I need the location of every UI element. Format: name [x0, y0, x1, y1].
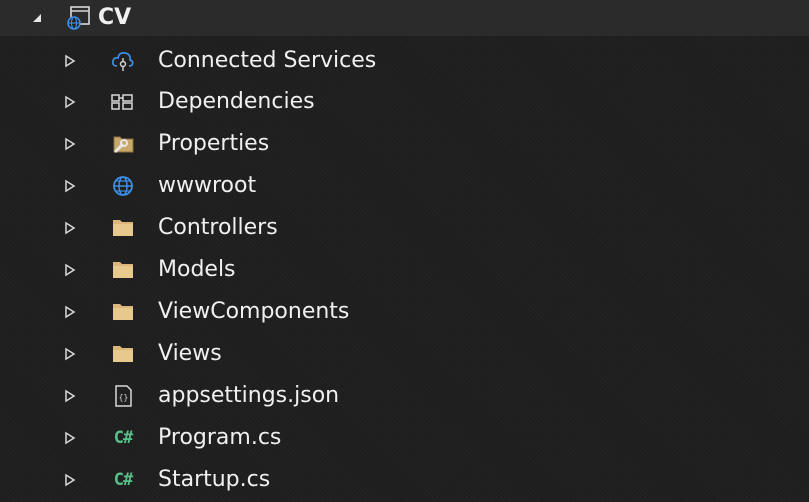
csharp-file-icon: C# [113, 428, 134, 448]
folder-icon [110, 300, 136, 324]
tree-node-dependencies[interactable]: Dependencies [0, 81, 809, 123]
tree-node-appsettings[interactable]: {} appsettings.json [0, 375, 809, 417]
tree-node-properties[interactable]: Properties [0, 123, 809, 165]
connected-services-icon [110, 49, 136, 73]
collapsed-triangle-icon[interactable] [63, 221, 77, 235]
tree-node-label: Properties [158, 131, 270, 156]
web-project-icon [66, 6, 92, 30]
tree-node-label: Dependencies [158, 89, 315, 114]
tree-node-label: wwwroot [158, 173, 257, 198]
collapsed-triangle-icon[interactable] [63, 137, 77, 151]
tree-node-label: Program.cs [158, 425, 282, 450]
expanded-triangle-icon[interactable] [30, 11, 44, 25]
collapsed-triangle-icon[interactable] [63, 95, 77, 109]
collapsed-triangle-icon[interactable] [63, 431, 77, 445]
csharp-file-icon: C# [113, 470, 134, 490]
collapsed-triangle-icon[interactable] [63, 389, 77, 403]
tree-node-models[interactable]: Models [0, 249, 809, 291]
folder-icon [110, 258, 136, 282]
svg-text:{}: {} [119, 393, 129, 402]
tree-node-label: Views [158, 341, 222, 366]
tree-node-startup-cs[interactable]: C# Startup.cs [0, 459, 809, 501]
tree-node-viewcomponents[interactable]: ViewComponents [0, 291, 809, 333]
collapsed-triangle-icon[interactable] [63, 54, 77, 68]
tree-node-label: Controllers [158, 215, 278, 240]
properties-icon [110, 132, 136, 156]
tree-node-wwwroot[interactable]: wwwroot [0, 165, 809, 207]
tree-node-program-cs[interactable]: C# Program.cs [0, 417, 809, 459]
tree-node-views[interactable]: Views [0, 333, 809, 375]
collapsed-triangle-icon[interactable] [63, 473, 77, 487]
dependencies-icon [110, 90, 136, 114]
tree-node-label: Models [158, 257, 236, 282]
collapsed-triangle-icon[interactable] [63, 263, 77, 277]
globe-icon [110, 174, 136, 198]
collapsed-triangle-icon[interactable] [63, 347, 77, 361]
folder-icon [110, 216, 136, 240]
tree-node-connected-services[interactable]: Connected Services [0, 40, 809, 82]
tree-node-label: appsettings.json [158, 383, 340, 408]
solution-explorer-tree: CV Connected Services Dependencies Prope… [0, 0, 809, 502]
tree-node-controllers[interactable]: Controllers [0, 207, 809, 249]
tree-node-label: Startup.cs [158, 467, 271, 492]
folder-icon [110, 342, 136, 366]
tree-node-project-cv[interactable]: CV [0, 0, 809, 36]
tree-node-label: ViewComponents [158, 299, 350, 324]
project-name: CV [98, 5, 132, 30]
json-file-icon: {} [110, 384, 136, 408]
collapsed-triangle-icon[interactable] [63, 305, 77, 319]
collapsed-triangle-icon[interactable] [63, 179, 77, 193]
tree-node-label: Connected Services [158, 48, 377, 73]
